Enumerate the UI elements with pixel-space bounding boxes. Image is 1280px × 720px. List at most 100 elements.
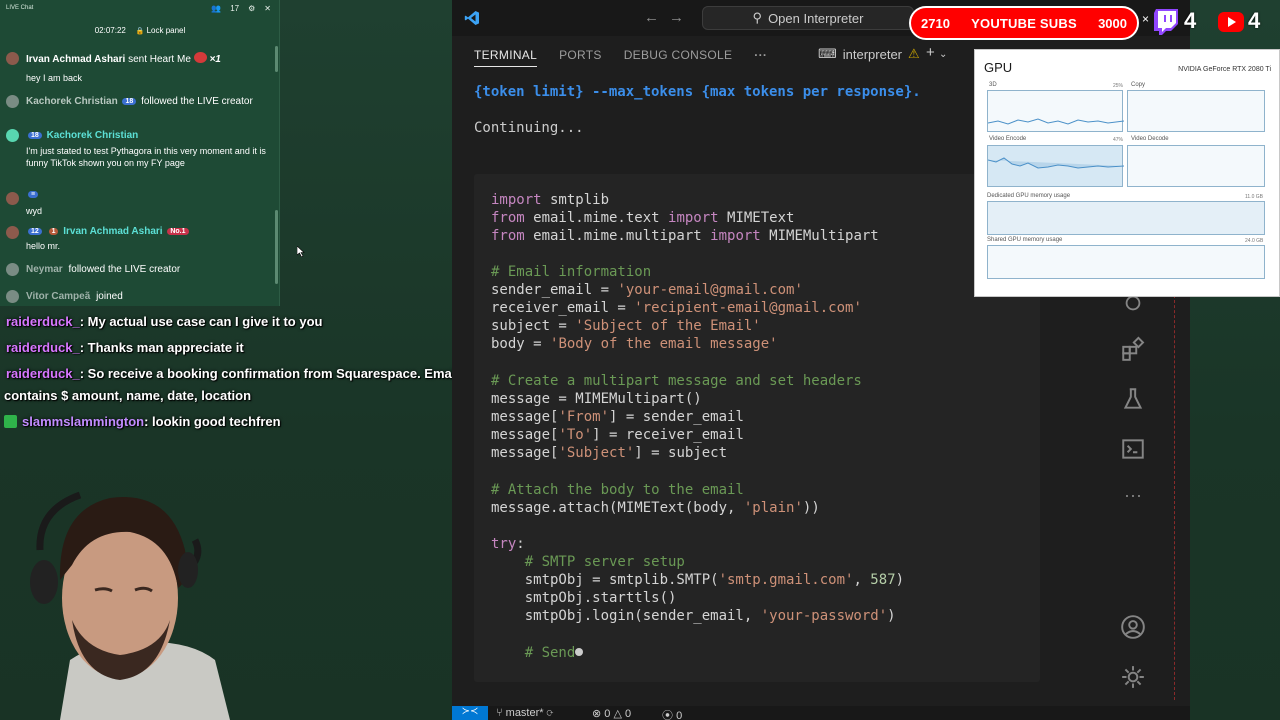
check-badge-icon xyxy=(4,415,17,428)
testing-flask-icon[interactable] xyxy=(1120,386,1146,412)
new-terminal-icon[interactable]: + xyxy=(926,44,935,61)
avatar xyxy=(6,226,19,239)
heart-badge: 1 xyxy=(48,228,59,235)
level-badge: 12 xyxy=(28,228,42,235)
overlay-chat-user: raiderduck_ xyxy=(6,366,80,381)
status-bar: ≻≺ ⑂ master* ⟳ ⊗ 0 △ 0 ⦿ 0 xyxy=(452,706,1190,720)
forward-arrow-icon[interactable]: → xyxy=(669,9,694,26)
graph-label: Video Decode xyxy=(1131,136,1169,142)
viewers-icon[interactable]: 👥 xyxy=(211,4,221,13)
message-user[interactable]: Kachorek Christian xyxy=(47,130,139,141)
current-subs: 2710 xyxy=(921,15,950,31)
status-ports[interactable]: ⦿ 0 xyxy=(662,707,682,720)
code-line: message['Subject'] = subject xyxy=(491,445,728,461)
overlay-chat-line: raiderduck_: My actual use case can I gi… xyxy=(6,314,322,329)
event-text: joined xyxy=(96,291,123,302)
terminal-token-hint: {token limit} --max_tokens {max tokens p… xyxy=(474,84,921,100)
youtube-viewer-count: 4 xyxy=(1248,8,1261,33)
gift-user[interactable]: Irvan Achmad Ashari xyxy=(26,54,125,65)
event-user[interactable]: Neymar xyxy=(26,264,63,275)
level-badge: 18 xyxy=(122,98,137,105)
graph-video-encode xyxy=(987,145,1125,187)
account-icon[interactable] xyxy=(1120,614,1146,640)
status-branch[interactable]: ⑂ master* ⟳ xyxy=(496,707,553,719)
close-icon[interactable]: × xyxy=(1142,12,1149,26)
overlay-chat-line: contains $ amount, name, date, location xyxy=(4,388,251,403)
gift-multiplier: ×1 xyxy=(209,54,221,65)
dedicated-memory-label: Dedicated GPU memory usage xyxy=(987,193,1071,199)
shared-memory-label: Shared GPU memory usage xyxy=(987,237,1063,243)
message-text: wyd xyxy=(26,206,43,216)
code-line: sender_email = 'your-email@gmail.com' xyxy=(491,282,803,298)
webcam-feed xyxy=(30,491,230,720)
chat-panel-title: LIVE Chat xyxy=(6,5,34,11)
warning-icon: ⚠ xyxy=(908,46,920,61)
overlay-chat-line: raiderduck_: So receive a booking confir… xyxy=(6,366,459,381)
mouse-pointer-icon xyxy=(297,246,305,257)
avatar xyxy=(6,263,19,276)
heart-gift-icon xyxy=(193,52,207,63)
terminal-selector[interactable]: ⌨ interpreter ⚠ xyxy=(818,46,920,62)
chevron-down-icon[interactable]: ⌄ xyxy=(939,49,947,60)
shared-memory-max: 24.0 GB xyxy=(1245,238,1264,244)
search-icon: ⚲ xyxy=(752,10,763,25)
graph-percent: 25% xyxy=(1113,83,1124,89)
code-line: smtpObj = smtplib.SMTP('smtp.gmail.com',… xyxy=(491,572,905,588)
settings-icon[interactable]: ⚙ xyxy=(248,4,255,13)
terminal-icon[interactable] xyxy=(1120,436,1146,462)
close-icon[interactable]: ✕ xyxy=(264,4,271,13)
remote-indicator-icon[interactable]: ≻≺ xyxy=(452,706,488,720)
gpu-title: GPU xyxy=(984,60,1013,75)
gpu-model: NVIDIA GeForce RTX 2080 Ti xyxy=(1178,66,1271,73)
command-center[interactable]: ⚲ Open Interpreter xyxy=(702,6,914,30)
code-line: # Email information xyxy=(491,264,652,280)
status-problems[interactable]: ⊗ 0 △ 0 xyxy=(592,707,631,720)
overlay-chat-user: slammslammington xyxy=(22,414,145,429)
code-line-streaming: # Send xyxy=(491,645,584,661)
tab-ports[interactable]: PORTS xyxy=(548,36,613,74)
lock-panel-button[interactable]: Lock panel xyxy=(136,26,186,35)
graph-video-decode xyxy=(1127,145,1265,187)
tab-terminal[interactable]: TERMINAL xyxy=(474,43,538,67)
code-line: from email.mime.multipart import MIMEMul… xyxy=(491,228,879,244)
code-block: import smtplib from email.mime.text impo… xyxy=(474,174,1040,682)
overlay-chat-user: raiderduck_ xyxy=(6,340,80,355)
rank-badge: No.1 xyxy=(167,228,189,235)
avatar xyxy=(6,290,19,303)
gear-icon[interactable] xyxy=(1120,664,1146,690)
live-chat-panel: LIVE Chat 👥 17 ⚙ ✕ 02:07:22 Lock panel I… xyxy=(0,0,280,306)
event-user[interactable]: Vitor Campeã xyxy=(26,291,90,302)
chat-scrollbar-top[interactable] xyxy=(275,46,278,72)
subscriber-goal-pill: 2710 YOUTUBE SUBS 3000 xyxy=(909,6,1139,40)
code-line: from email.mime.text import MIMEText xyxy=(491,210,795,226)
code-line: # SMTP server setup xyxy=(491,554,685,570)
streaming-cursor-icon xyxy=(575,648,584,656)
activity-bar: ··· xyxy=(1108,280,1156,710)
twitch-logo-icon xyxy=(1154,9,1178,35)
event-user[interactable]: Kachorek Christian xyxy=(26,96,118,107)
extensions-icon[interactable] xyxy=(1120,336,1146,362)
overlay-chat-text: : lookin good techfren xyxy=(144,414,281,429)
message-text: I'm just stated to test Pythagora in thi… xyxy=(26,146,266,168)
avatar xyxy=(6,52,19,65)
code-line: message.attach(MIMEText(body, 'plain')) xyxy=(491,500,820,516)
code-line: message['From'] = sender_email xyxy=(491,409,744,425)
more-actions-icon[interactable]: ··· xyxy=(743,36,778,74)
code-line: subject = 'Subject of the Email' xyxy=(491,318,761,334)
more-icon[interactable]: ··· xyxy=(1120,486,1146,512)
code-line: receiver_email = 'recipient-email@gmail.… xyxy=(491,300,862,316)
overlay-chat-line: raiderduck_: Thanks man appreciate it xyxy=(6,340,244,355)
goal-subs: 3000 xyxy=(1098,15,1127,31)
command-center-label: Open Interpreter xyxy=(768,10,864,26)
back-arrow-icon[interactable]: ← xyxy=(644,9,669,26)
graph-percent: 47% xyxy=(1113,137,1124,143)
message-user[interactable]: Irvan Achmad Ashari xyxy=(63,226,162,237)
graph-label: Copy xyxy=(1131,82,1146,88)
code-line: try: xyxy=(491,536,525,552)
overlay-chat-user: raiderduck_ xyxy=(6,314,80,329)
chat-scrollbar[interactable] xyxy=(275,210,278,284)
avatar xyxy=(6,95,19,108)
event-text: followed the LIVE creator xyxy=(68,264,181,275)
tab-debug-console[interactable]: DEBUG CONSOLE xyxy=(613,36,744,74)
gift-row: Irvan Achmad Ashari sent Heart Me ×1 xyxy=(6,52,272,66)
